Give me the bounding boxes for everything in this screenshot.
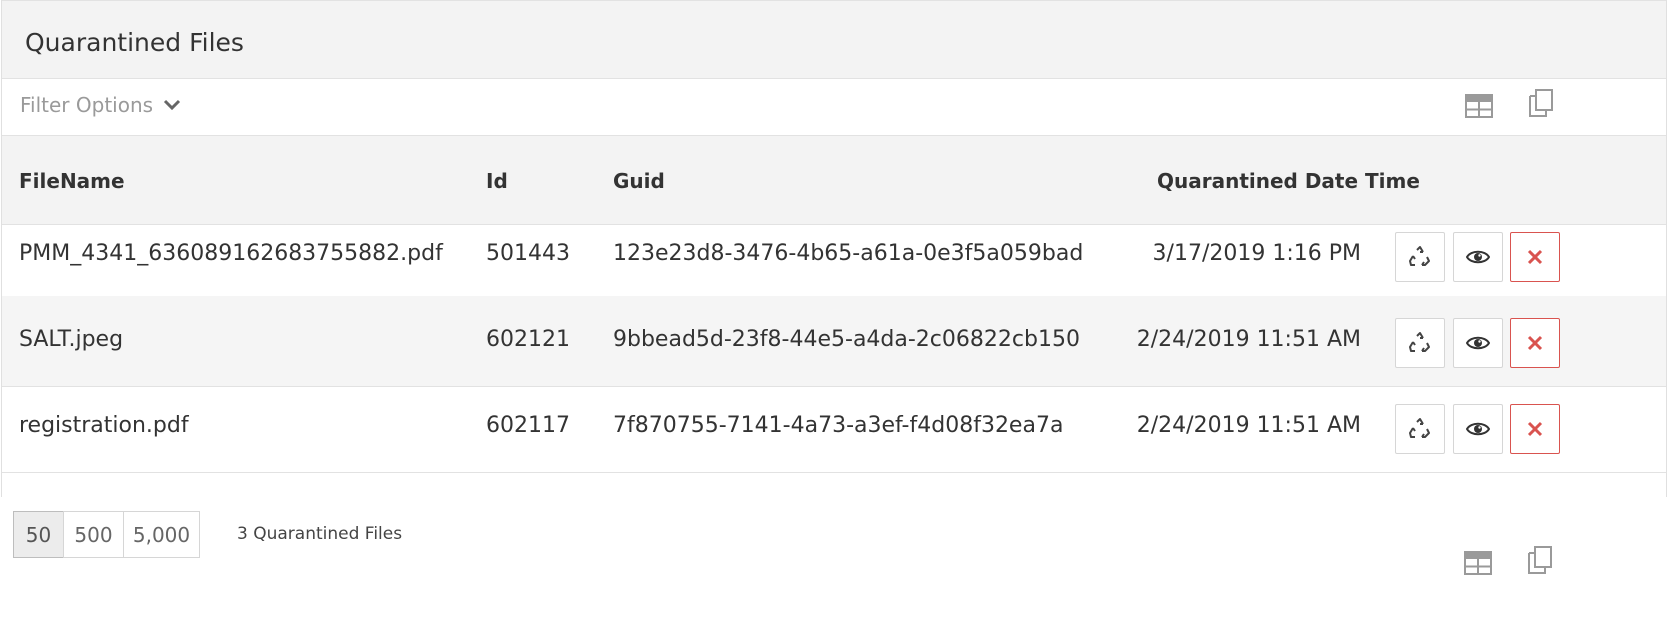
- cell-id: 602117: [486, 413, 570, 438]
- cell-filename: PMM_4341_636089162683755882.pdf: [19, 241, 443, 266]
- column-header-id[interactable]: Id: [486, 169, 508, 193]
- table-row: registration.pdf 602117 7f870755-7141-4a…: [2, 382, 1666, 473]
- view-button[interactable]: [1453, 318, 1503, 368]
- recycle-icon: [1409, 332, 1430, 352]
- cell-date: 3/17/2019 1:16 PM: [1152, 241, 1361, 266]
- delete-button[interactable]: [1510, 404, 1560, 454]
- page-size-500[interactable]: 500: [63, 511, 124, 558]
- filter-bar: Filter Options: [2, 79, 1666, 136]
- page-size-50[interactable]: 50: [13, 511, 64, 558]
- filter-options-label: Filter Options: [20, 93, 154, 117]
- view-button[interactable]: [1453, 232, 1503, 282]
- quarantined-files-panel: Quarantined Files Filter Options FileNam…: [1, 0, 1667, 497]
- cell-guid: 7f870755-7141-4a73-a3ef-f4d08f32ea7a: [613, 413, 1064, 438]
- cell-id: 501443: [486, 241, 570, 266]
- copy-icon: [1529, 89, 1553, 117]
- table-view-button-bottom[interactable]: [1463, 548, 1493, 578]
- record-count: 3 Quarantined Files: [237, 524, 403, 544]
- column-header-guid[interactable]: Guid: [613, 169, 665, 193]
- cell-filename: registration.pdf: [19, 413, 189, 438]
- delete-button[interactable]: [1510, 318, 1560, 368]
- view-button[interactable]: [1453, 404, 1503, 454]
- cell-date: 2/24/2019 11:51 AM: [1136, 327, 1361, 352]
- close-icon: [1527, 249, 1543, 265]
- recycle-icon: [1409, 418, 1430, 438]
- filter-options-toggle[interactable]: Filter Options: [20, 93, 181, 117]
- copy-button[interactable]: [1526, 88, 1556, 118]
- page-title: Quarantined Files: [25, 28, 244, 57]
- chevron-down-icon: [164, 99, 181, 111]
- panel-header: Quarantined Files: [2, 0, 1666, 79]
- copy-icon: [1528, 546, 1552, 574]
- eye-icon: [1466, 422, 1490, 436]
- table-view-button[interactable]: [1464, 91, 1494, 121]
- column-header-date[interactable]: Quarantined Date Time: [1157, 169, 1420, 193]
- close-icon: [1527, 421, 1543, 437]
- table-icon: [1464, 551, 1492, 575]
- delete-button[interactable]: [1510, 232, 1560, 282]
- column-header-filename[interactable]: FileName: [19, 169, 125, 193]
- cell-filename: SALT.jpeg: [19, 327, 124, 352]
- cell-date: 2/24/2019 11:51 AM: [1136, 413, 1361, 438]
- restore-button[interactable]: [1395, 318, 1445, 368]
- restore-button[interactable]: [1395, 404, 1445, 454]
- copy-button-bottom[interactable]: [1525, 545, 1555, 575]
- cell-id: 602121: [486, 327, 570, 352]
- table-icon: [1465, 94, 1493, 118]
- eye-icon: [1466, 336, 1490, 350]
- cell-guid: 123e23d8-3476-4b65-a61a-0e3f5a059bad: [613, 241, 1084, 266]
- table-row: SALT.jpeg 602121 9bbead5d-23f8-44e5-a4da…: [2, 296, 1666, 387]
- table-row: PMM_4341_636089162683755882.pdf 501443 1…: [2, 210, 1666, 301]
- page-size-selector: 50 500 5,000: [13, 511, 200, 558]
- restore-button[interactable]: [1395, 232, 1445, 282]
- close-icon: [1527, 335, 1543, 351]
- cell-guid: 9bbead5d-23f8-44e5-a4da-2c06822cb150: [613, 327, 1080, 352]
- recycle-icon: [1409, 246, 1430, 266]
- page-size-5000[interactable]: 5,000: [123, 511, 200, 558]
- eye-icon: [1466, 250, 1490, 264]
